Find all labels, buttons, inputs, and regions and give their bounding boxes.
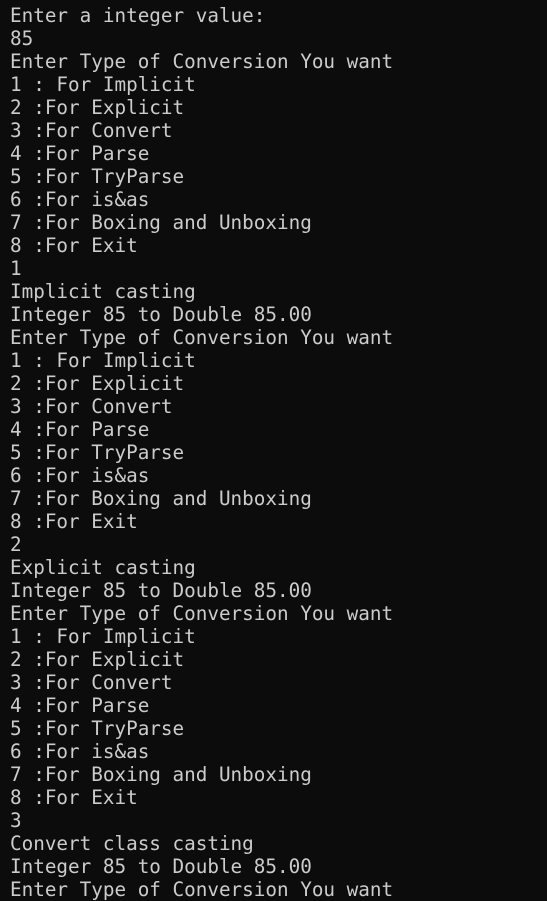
console-line: Implicit casting (10, 280, 196, 303)
console-line: 1 : For Implicit (10, 349, 196, 372)
console-line: Explicit casting (10, 556, 196, 579)
console-line: Convert class casting (10, 832, 254, 855)
console-line: 85 (10, 27, 34, 50)
console-line: 8 :For Exit (10, 510, 138, 533)
console-line: 2 :For Explicit (10, 648, 185, 671)
console-line: 8 :For Exit (10, 234, 138, 257)
console-line: Enter a integer value: (10, 4, 266, 27)
console-line: 5 :For TryParse (10, 441, 185, 464)
console-output[interactable]: Enter a integer value: 85 Enter Type of Co… (10, 4, 393, 901)
console-line: Integer 85 to Double 85.00 (10, 855, 312, 878)
console-line: 1 : For Implicit (10, 625, 196, 648)
console-line: 7 :For Boxing and Unboxing (10, 487, 312, 510)
console-line: 7 :For Boxing and Unboxing (10, 763, 312, 786)
console-line: Enter Type of Conversion You want (10, 326, 394, 349)
console-line: 8 :For Exit (10, 786, 138, 809)
console-line: Integer 85 to Double 85.00 (10, 579, 312, 602)
console-line: 1 (10, 257, 22, 280)
console-line: 5 :For TryParse (10, 165, 185, 188)
console-line: 3 :For Convert (10, 119, 173, 142)
console-line: Integer 85 to Double 85.00 (10, 303, 312, 326)
console-line: 7 :For Boxing and Unboxing (10, 211, 312, 234)
console-line: Enter Type of Conversion You want (10, 878, 394, 901)
console-line: 2 (10, 533, 22, 556)
console-line: 4 :For Parse (10, 142, 150, 165)
console-line: 1 : For Implicit (10, 73, 196, 96)
console-line: 4 :For Parse (10, 418, 150, 441)
console-line: 3 :For Convert (10, 671, 173, 694)
console-line: 3 (10, 809, 22, 832)
console-line: Enter Type of Conversion You want (10, 602, 394, 625)
console-line: Enter Type of Conversion You want (10, 50, 394, 73)
console-line: 5 :For TryParse (10, 717, 185, 740)
console-line: 4 :For Parse (10, 694, 150, 717)
console-line: 3 :For Convert (10, 395, 173, 418)
console-line: 6 :For is&as (10, 464, 150, 487)
console-line: 6 :For is&as (10, 740, 150, 763)
console-line: 2 :For Explicit (10, 96, 185, 119)
console-line: 6 :For is&as (10, 188, 150, 211)
console-line: 2 :For Explicit (10, 372, 185, 395)
